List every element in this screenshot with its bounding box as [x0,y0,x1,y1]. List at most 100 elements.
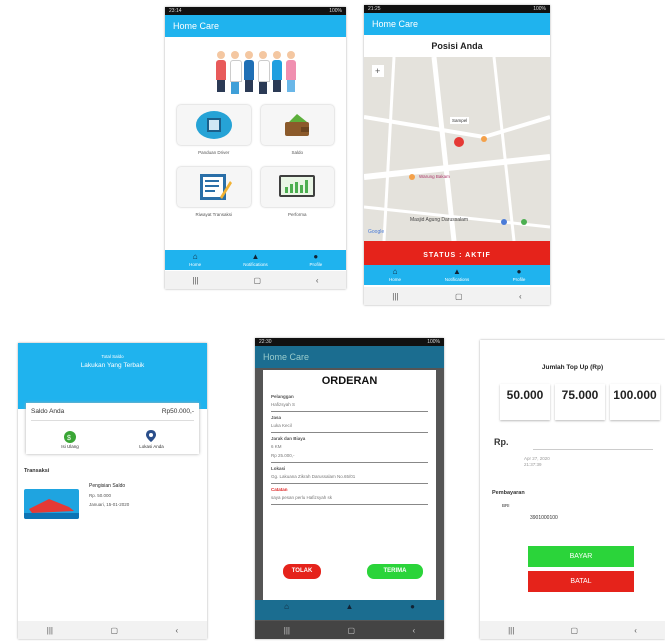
nav-home[interactable]: ⌂ [255,600,318,620]
bell-icon: ▲ [453,267,461,276]
nav-home[interactable]: ⌂ Home [165,250,225,270]
nav-notifications[interactable]: ▲ [318,600,381,620]
phone-home-screen: 23:14 100% Home Care Panduan Driver Sald… [165,7,346,289]
bottom-nav: ⌂ Home ▲ Notifications ● Profile [364,265,550,285]
wallet-icon [285,114,310,136]
transaction-heading: Transaksi [24,468,50,474]
menu-tile-saldo[interactable]: Saldo [260,105,334,155]
home-icon: ⌂ [284,602,289,611]
map-roads: + [364,57,550,241]
map-label-place: Warung Bakam [419,174,450,179]
nav-notifications[interactable]: ▲ Notifications [225,250,285,270]
payment-heading: Pembayaran [492,490,525,496]
transaction-amount: Rp. 50.000 [89,493,112,498]
status-indicator: STATUS : AKTIF [364,241,550,265]
back-icon[interactable]: ‹ [519,292,522,301]
app-title: Home Care [364,13,550,35]
home-button-icon[interactable]: ▢ [455,292,463,301]
app-title: Home Care [165,15,346,37]
order-title: ORDERAN [321,375,378,387]
back-icon[interactable]: ‹ [413,626,416,635]
field-customer: Pelanggan Hafizsyah S [271,391,428,412]
bottom-nav: ⌂ Home ▲ Notifications ● Profile [165,250,346,270]
home-button-icon[interactable]: ▢ [570,626,578,635]
field-notes: Catatan saya pesan perlu Hafizsyah sk [271,484,428,505]
nav-profile[interactable]: ● Profile [286,250,346,270]
recent-apps-icon[interactable]: ||| [47,626,53,635]
status-battery: 100% [329,8,342,14]
pay-button[interactable]: BAYAR [528,546,634,567]
nav-notifications[interactable]: ▲ Notifications [426,265,488,285]
saldo-card: Saldo Anda Rp50.000,- $ Isi Ulang Lokasi… [26,403,199,454]
saldo-banner: Total Saldo Lakukan Yang Terbaik [18,343,207,409]
svg-text:$: $ [67,435,71,442]
transaction-thumbnail [24,489,79,519]
system-nav: ||| ▢ ‹ [18,621,207,639]
system-nav: ||| ▢ ‹ [364,287,550,305]
amount-option-75000[interactable]: 75.000 [555,384,605,420]
user-icon: ● [410,602,415,611]
payment-bank: BRI [502,503,510,508]
amount-option-100000[interactable]: 100.000 [610,384,660,420]
tile-label: Riwayat Transaksi [195,212,232,217]
topup-datetime: Apr 27, 2020 21:37:39 [524,456,550,467]
status-time: 21:25 [368,6,381,12]
bottom-nav: ⌂ ▲ ● [255,600,444,620]
status-bar: 21:25 100% [364,5,550,13]
topup-amount-options: 50.000 75.000 100.000 [480,371,665,420]
saldo-value: Rp50.000,- [161,408,194,415]
page-title: Posisi Anda [431,41,483,51]
banner-subtitle: Total Saldo [101,354,124,359]
cancel-button[interactable]: BATAL [528,571,634,592]
user-icon: ● [516,267,522,276]
svg-text:+: + [375,66,380,76]
banner-title: Lakukan Yang Terbaik [80,362,145,369]
home-button-icon[interactable]: ▢ [254,276,262,285]
topup-title: Jumlah Top Up (Rp) [541,364,604,371]
tile-label: Panduan Driver [198,150,230,155]
medical-staff-illustration [165,51,346,95]
reject-button[interactable]: TOLAK [283,564,321,579]
back-icon[interactable]: ‹ [176,626,179,635]
map-view[interactable]: + Sampel Warung Bakam Masjid Agung Darus… [364,57,550,241]
menu-tile-panduan[interactable]: Panduan Driver [177,105,251,155]
transaction-title: Pengisian Saldo [89,483,126,489]
recent-apps-icon[interactable]: ||| [392,292,398,301]
nav-profile[interactable]: ● [381,600,444,620]
transaction-item[interactable]: Pengisian Saldo Rp. 50.000 Januari, 15-0… [24,482,201,519]
phone-location-screen: 21:25 100% Home Care Posisi Anda + Sampe… [364,5,550,305]
tile-label: Performa [287,212,307,217]
amount-option-50000[interactable]: 50.000 [500,384,550,420]
user-icon: ● [313,252,319,261]
menu-tile-riwayat[interactable]: Riwayat Transaksi [177,167,251,217]
amount-input[interactable] [532,434,653,450]
accept-button[interactable]: TERIMA [367,564,423,579]
nav-home[interactable]: ⌂ Home [364,265,426,285]
recent-apps-icon[interactable]: ||| [508,626,514,635]
location-button[interactable]: Lokasi Anda [139,429,164,449]
system-nav: ||| ▢ ‹ [165,271,346,289]
system-nav: ||| ▢ ‹ [480,621,665,639]
home-button-icon[interactable]: ▢ [110,626,118,635]
bell-icon: ▲ [345,602,354,611]
nav-profile[interactable]: ● Profile [488,265,550,285]
home-icon: ⌂ [192,252,198,261]
phone-order-screen: 22:30 100% Home Care ORDERAN Pelanggan H… [255,338,444,639]
recent-apps-icon[interactable]: ||| [192,276,198,285]
recent-apps-icon[interactable]: ||| [284,626,290,635]
app-title: Home Care [255,346,444,368]
field-service: Jasa Luka Kecil [271,412,428,433]
back-icon[interactable]: ‹ [316,276,319,285]
home-button-icon[interactable]: ▢ [347,626,355,635]
home-icon: ⌂ [392,267,398,276]
phone-saldo-screen: Total Saldo Lakukan Yang Terbaik Saldo A… [18,343,207,639]
map-label-masjid: Masjid Agung Darussalam [410,217,469,223]
status-battery: 100% [427,339,440,345]
menu-tile-performa[interactable]: Performa [260,167,334,217]
saldo-label: Saldo Anda [31,408,65,415]
topup-button[interactable]: $ Isi Ulang [61,429,79,449]
location-pin-icon [146,430,157,442]
rp-label: Rp. [494,437,509,447]
back-icon[interactable]: ‹ [634,626,637,635]
menu-grid: Panduan Driver Saldo Riwayat Transaksi P… [165,95,346,217]
